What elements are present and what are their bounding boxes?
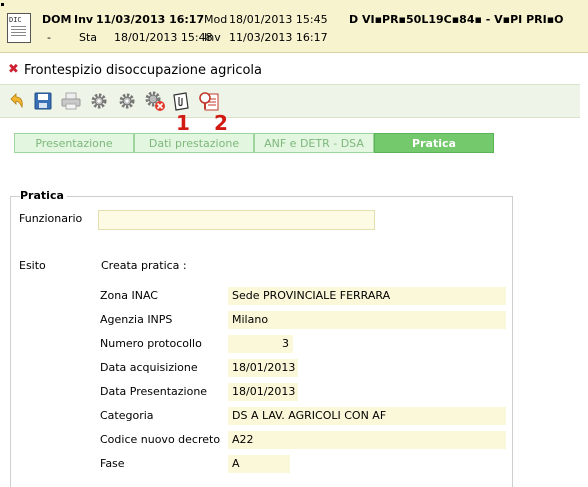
header-mod-label: Mod: [204, 13, 228, 26]
tab-presentazione[interactable]: Presentazione: [14, 133, 134, 153]
print-icon[interactable]: [60, 90, 82, 112]
header-sta-date: 18/01/2013 15:48: [114, 31, 213, 44]
pratica-legend: Pratica: [20, 189, 67, 202]
header-prefix: DOM: [42, 13, 72, 26]
page-title: Frontespizio disoccupazione agricola: [24, 63, 262, 78]
callout-number-2: 2: [214, 111, 228, 135]
fase-field: A: [228, 455, 290, 473]
header-person: D VI▪PR▪50L19C▪84▪ - V▪PI PRI▪O: [349, 13, 564, 26]
categoria-field: DS A LAV. AGRICOLI CON AF: [228, 407, 506, 425]
toolbar: 1 2: [0, 84, 580, 133]
attachment-icon[interactable]: [170, 90, 192, 112]
tab-pratica[interactable]: Pratica: [374, 133, 494, 153]
document-icon-label: DIC: [9, 16, 22, 24]
header-inv2-date: 11/03/2013 16:17: [229, 31, 328, 44]
document-icon-lines: [11, 26, 26, 37]
close-icon[interactable]: ✖: [8, 63, 19, 76]
agenzia-inps-field: Milano: [228, 311, 506, 329]
gear-error-icon[interactable]: [144, 90, 166, 112]
esito-value: Creata pratica :: [101, 259, 187, 272]
header-inv-label: Inv: [74, 13, 94, 26]
document-icon: DIC: [7, 13, 31, 43]
codice-nuovo-decreto-field: A22: [228, 431, 506, 449]
categoria-label: Categoria: [100, 409, 154, 422]
header-inv-date: 11/03/2013 16:17: [96, 13, 205, 26]
save-icon[interactable]: [32, 90, 54, 112]
gear-icon[interactable]: [88, 90, 110, 112]
data-presentazione-label: Data Presentazione: [100, 385, 208, 398]
header-mod-date: 18/01/2013 15:45: [229, 13, 328, 26]
data-acquisizione-field: 18/01/2013: [228, 359, 298, 377]
zona-inac-label: Zona INAC: [100, 289, 158, 302]
header-inv2-label: Inv: [204, 31, 221, 44]
numero-protocollo-field: 3: [228, 335, 293, 353]
header-row2-prefix: -: [47, 31, 51, 44]
undo-icon[interactable]: [5, 90, 27, 112]
tab-anf-detr-dsa[interactable]: ANF e DETR - DSA: [254, 133, 374, 153]
corner-mark: [1, 3, 4, 6]
zona-inac-field: Sede PROVINCIALE FERRARA: [228, 287, 506, 305]
codice-nuovo-decreto-label: Codice nuovo decreto: [100, 433, 221, 446]
esito-label: Esito: [19, 259, 46, 272]
fase-label: Fase: [100, 457, 125, 470]
data-presentazione-field: 18/01/2013: [228, 383, 298, 401]
gear-icon[interactable]: [116, 90, 138, 112]
header-sta-label: Sta: [79, 31, 98, 44]
data-acquisizione-label: Data acquisizione: [100, 361, 198, 374]
document-header: DIC DOM Inv 11/03/2013 16:17 Mod 18/01/2…: [0, 0, 588, 53]
funzionario-label: Funzionario: [19, 212, 83, 225]
callout-number-1: 1: [176, 111, 190, 135]
funzionario-input[interactable]: [98, 210, 375, 230]
numero-protocollo-label: Numero protocollo: [100, 337, 202, 350]
tab-dati-prestazione[interactable]: Dati prestazione: [134, 133, 254, 153]
search-document-icon[interactable]: [198, 90, 220, 112]
agenzia-inps-label: Agenzia INPS: [100, 313, 173, 326]
